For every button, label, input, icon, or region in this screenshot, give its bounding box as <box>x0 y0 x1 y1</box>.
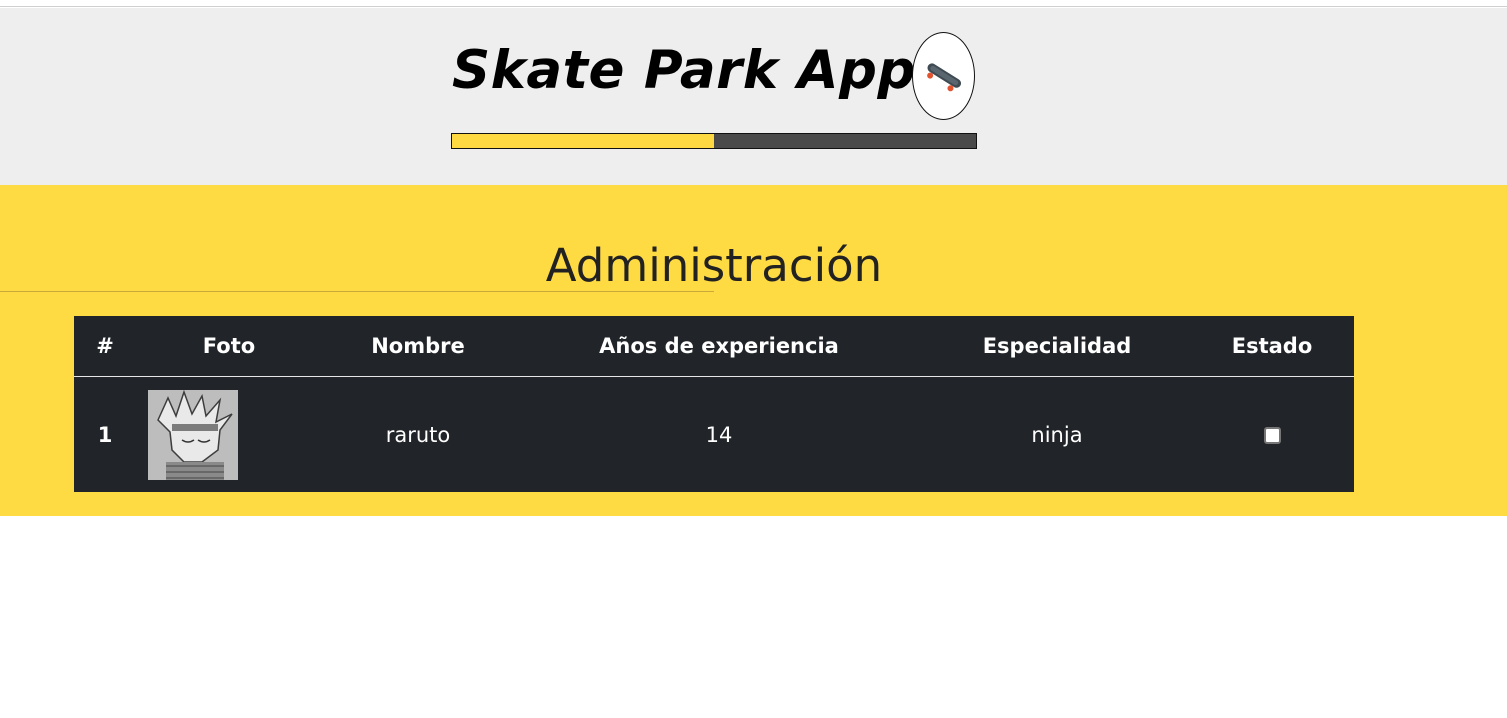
progress-bar <box>451 133 977 149</box>
row-especialidad: ninja <box>1031 422 1083 447</box>
top-border <box>0 0 1507 7</box>
skateboard-icon-graphic <box>926 63 961 92</box>
table-header-row: # Foto Nombre Años de experiencia Especi… <box>74 316 1354 377</box>
header-foto: Foto <box>136 316 322 377</box>
skater-photo-graphic <box>148 389 238 480</box>
header-index: # <box>74 316 136 377</box>
divider <box>0 291 714 292</box>
row-anios: 14 <box>705 422 733 447</box>
admin-section: Administración # Foto Nombre Años de exp… <box>0 185 1507 516</box>
brand-title: Skate Park App <box>452 40 916 101</box>
skaters-table-container: # Foto Nombre Años de experiencia Especi… <box>74 316 1354 492</box>
skateboard-icon <box>912 32 975 120</box>
header-estado: Estado <box>1190 316 1354 377</box>
skater-photo <box>148 389 238 480</box>
row-index: 1 <box>97 422 113 447</box>
header-especialidad: Especialidad <box>924 316 1190 377</box>
row-foto-cell <box>136 377 322 493</box>
progress-fill <box>452 134 714 148</box>
header-nombre: Nombre <box>322 316 514 377</box>
skaters-table: # Foto Nombre Años de experiencia Especi… <box>74 316 1354 492</box>
site-header: Skate Park App <box>0 8 1507 185</box>
row-estado-cell <box>1190 377 1354 493</box>
row-nombre: raruto <box>385 422 451 447</box>
estado-checkbox[interactable] <box>1263 427 1281 444</box>
table-row: 1 raruto 14 ninja <box>74 377 1354 493</box>
header-anios: Años de experiencia <box>514 316 924 377</box>
page-title: Administración <box>545 239 883 293</box>
